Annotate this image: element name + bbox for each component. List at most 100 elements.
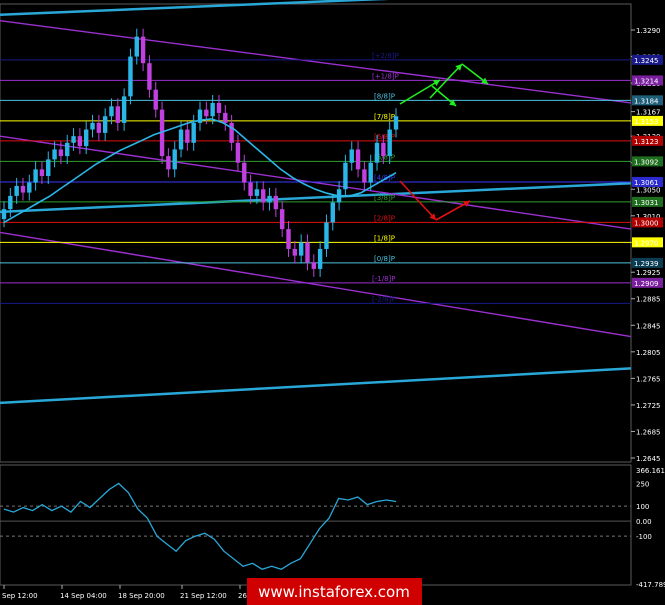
candle-body (58, 149, 64, 157)
price-tag-label: 1.3153 (634, 118, 659, 126)
price-tick-label: 1.2805 (636, 349, 661, 357)
watermark: www.instaforex.com (247, 578, 422, 605)
price-tick-label: 1.2885 (636, 296, 661, 304)
candle-body (33, 169, 38, 183)
price-tag-label: 1.2939 (634, 260, 659, 268)
murrey-level-label: [2/8]P (374, 214, 395, 222)
candle-body (324, 222, 329, 249)
price-tick-label: 1.2845 (636, 322, 661, 330)
candle-body (235, 142, 241, 163)
murrey-level-label: [1/8]P (374, 234, 395, 242)
candle-body (172, 149, 177, 170)
candle-body (210, 102, 215, 117)
price-tag-label: 1.3184 (634, 97, 659, 105)
price-tag-label: 1.2970 (634, 239, 659, 247)
price-tag-label: 1.3092 (634, 158, 659, 166)
candle-body (223, 112, 228, 123)
candle-body (52, 149, 57, 160)
price-tag-label: 1.3000 (634, 219, 659, 227)
candle-body (362, 169, 367, 183)
candle-body (185, 129, 190, 143)
candle-body (83, 129, 89, 147)
candle-body (273, 195, 279, 210)
murrey-level-label: [8/8]P (374, 92, 395, 100)
candle-body (77, 136, 83, 147)
murrey-level-label: [-2/8]P (372, 295, 395, 303)
price-tag-label: 1.3123 (634, 138, 659, 146)
candle-body (387, 129, 392, 157)
price-tag-label: 1.3061 (634, 179, 659, 187)
murrey-level-label: [7/8]P (374, 113, 395, 121)
candle-body (248, 182, 253, 196)
cci-tick-label: -100 (636, 533, 652, 541)
cci-tick-label: -417.789 (636, 581, 665, 589)
candle-body (343, 162, 348, 190)
candle-body (305, 242, 310, 263)
candle-body (292, 248, 298, 256)
cci-tick-label: 0.00 (636, 518, 652, 526)
cci-tick-label: 100 (636, 503, 649, 511)
candle-body (204, 109, 209, 117)
candle-body (349, 149, 354, 163)
candle-body (153, 89, 158, 110)
candle-body (147, 63, 152, 90)
candle-body (128, 56, 133, 97)
candle-body (286, 229, 291, 249)
candle-body (381, 142, 386, 157)
time-tick-label: Sep 12:00 (2, 592, 38, 600)
candle-body (279, 209, 285, 230)
candle-body (216, 102, 222, 113)
price-tick-label: 1.2765 (636, 375, 661, 383)
candle-body (65, 142, 70, 157)
candle-body (267, 195, 272, 203)
candle-body (311, 262, 317, 269)
price-tick-label: 1.3167 (636, 109, 661, 117)
watermark-text: www.instaforex.com (258, 583, 410, 601)
candle-body (166, 156, 171, 170)
candle-body (261, 189, 266, 203)
time-tick-label: 21 Sep 12:00 (180, 592, 227, 600)
price-tick-label: 1.3050 (636, 186, 661, 194)
murrey-level-label: [0/8]P (374, 255, 395, 263)
candle-body (90, 122, 95, 130)
candle-body (27, 182, 32, 193)
murrey-level-label: [3/8]P (374, 194, 395, 202)
candle-body (8, 195, 13, 210)
candle-body (46, 159, 51, 176)
forex-chart: [+2/8]P[+1/8]P[8/8]P[7/8]P[6/8]P[5/8]P[4… (0, 0, 665, 605)
cci-tick-label: 366.161 (636, 467, 665, 475)
candle-body (14, 185, 19, 196)
candle-body (191, 122, 196, 143)
candle-body (229, 122, 234, 143)
cci-tick-label: 250 (636, 480, 649, 488)
candle-body (115, 106, 121, 123)
candle-body (355, 149, 361, 170)
price-tag-label: 1.3214 (634, 77, 659, 85)
price-tick-label: 1.2645 (636, 455, 661, 463)
candle-body (109, 106, 114, 117)
murrey-level-label: [-1/8]P (372, 275, 395, 283)
candle-body (374, 142, 380, 163)
candle-body (254, 189, 260, 196)
candle-body (242, 162, 247, 183)
candle-body (317, 248, 323, 269)
candle-body (71, 136, 76, 143)
price-tick-label: 1.2725 (636, 402, 661, 410)
price-tick-label: 1.3290 (636, 27, 661, 35)
time-tick-label: 14 Sep 04:00 (60, 592, 107, 600)
candle-body (330, 202, 335, 223)
candle-body (96, 122, 102, 133)
price-tag-label: 1.3245 (634, 57, 659, 65)
candle-body (20, 185, 26, 193)
price-tick-label: 1.2925 (636, 269, 661, 277)
candle-body (39, 169, 45, 176)
candle-body (134, 36, 139, 57)
candle-body (1, 209, 7, 220)
murrey-level-label: [+1/8]P (372, 72, 399, 80)
price-tag-label: 1.2909 (634, 280, 659, 288)
time-tick-label: 18 Sep 20:00 (118, 592, 165, 600)
candle-body (298, 242, 304, 256)
price-tag-label: 1.3031 (634, 199, 659, 207)
candle-body (178, 129, 184, 150)
price-tick-label: 1.2685 (636, 428, 661, 436)
